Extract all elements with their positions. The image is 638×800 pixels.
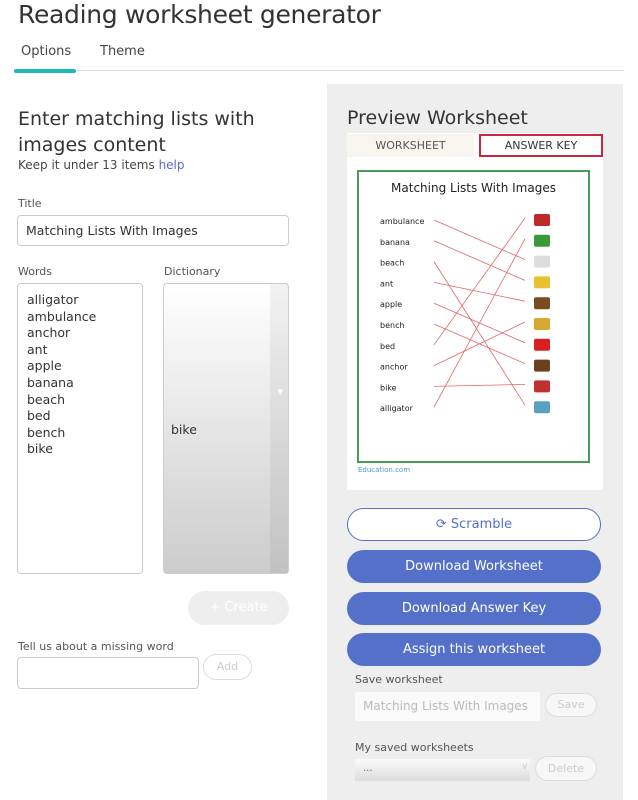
word-item: ant xyxy=(27,341,48,357)
save-button[interactable]: Save xyxy=(545,693,597,717)
word-item: bike xyxy=(27,441,53,457)
dictionary-label: Dictionary xyxy=(164,265,221,278)
worksheet-word: ambulance xyxy=(380,217,424,226)
answer-line xyxy=(433,282,526,302)
answer-line xyxy=(433,261,526,406)
answer-line xyxy=(433,321,526,366)
page-title: Reading worksheet generator xyxy=(18,0,381,29)
education-logo: Education.com xyxy=(358,466,411,474)
saved-worksheets-label: My saved worksheets xyxy=(355,741,474,754)
scramble-button[interactable]: ⟳ Scramble xyxy=(347,508,601,541)
alligator-icon xyxy=(534,234,550,247)
preview-heading: Preview Worksheet xyxy=(347,107,528,129)
bed-icon xyxy=(534,214,550,226)
bike-icon xyxy=(534,380,550,393)
banana-icon xyxy=(534,276,550,289)
create-button[interactable]: + Create xyxy=(188,591,289,625)
hint: Keep it under 13 items xyxy=(18,158,155,172)
word-item: beach xyxy=(27,391,66,407)
worksheet-word: banana xyxy=(380,238,410,247)
words-label: Words xyxy=(18,265,53,278)
anchor-icon xyxy=(534,318,550,330)
bench-icon xyxy=(534,359,550,372)
add-button[interactable]: Add xyxy=(203,654,252,680)
worksheet-word: bike xyxy=(380,383,397,392)
answer-line xyxy=(433,217,526,346)
scramble-label: Scramble xyxy=(450,517,513,532)
dictionary-select[interactable]: ▼ bike xyxy=(163,283,289,574)
answer-line xyxy=(433,240,526,281)
saved-worksheets-select[interactable]: ... ∨ xyxy=(355,759,530,781)
tab-divider xyxy=(14,70,624,71)
words-textarea[interactable]: alligator ambulance anchor ant apple banana be… xyxy=(17,283,143,574)
download-answer-key-button[interactable]: Download Answer Key xyxy=(347,592,601,625)
beach-icon xyxy=(534,401,550,414)
saved-value: ... xyxy=(363,763,373,774)
dropdown-arrow-icon: ▼ xyxy=(277,388,283,396)
title-input[interactable]: Matching Lists With Images xyxy=(17,215,289,246)
word-item: anchor xyxy=(27,325,71,341)
assign-worksheet-button[interactable]: Assign this worksheet xyxy=(347,633,601,666)
save-name-input[interactable]: Matching Lists With Images xyxy=(355,692,540,721)
title-label: Title xyxy=(18,197,42,210)
save-worksheet-label: Save worksheet xyxy=(355,673,443,686)
delete-button[interactable]: Delete xyxy=(535,756,597,781)
answer-line xyxy=(433,238,526,408)
word-item: apple xyxy=(27,358,62,374)
tab-theme[interactable]: Theme xyxy=(100,44,145,59)
refresh-icon: ⟳ xyxy=(435,517,447,532)
missing-word-label: Tell us about a missing word xyxy=(18,640,174,653)
worksheet-word: apple xyxy=(380,300,402,309)
ant-icon xyxy=(534,297,550,310)
ambulance-icon xyxy=(534,255,550,268)
dictionary-scrollbar[interactable] xyxy=(270,284,288,573)
matching-lines: ambulance banana beach ant apple bench bed anch… xyxy=(380,214,550,414)
word-item: ambulance xyxy=(27,308,97,324)
hint-text: Keep it under 13 items help xyxy=(18,158,185,172)
answer-line xyxy=(433,384,526,387)
worksheet-word: anchor xyxy=(380,363,408,372)
worksheet-word: ant xyxy=(380,279,393,288)
apple-icon xyxy=(534,338,550,351)
worksheet-word: alligator xyxy=(380,404,414,413)
tab-options[interactable]: Options xyxy=(21,44,71,59)
help-link[interactable]: help xyxy=(159,158,185,172)
chevron-down-icon: ∨ xyxy=(521,762,528,772)
word-item: bed xyxy=(27,408,51,424)
download-worksheet-button[interactable]: Download Worksheet xyxy=(347,550,601,583)
word-item: banana xyxy=(27,374,74,390)
active-tab-indicator xyxy=(14,69,76,73)
worksheet-word: beach xyxy=(380,259,404,268)
word-item: alligator xyxy=(27,292,79,307)
answer-line xyxy=(433,219,526,260)
word-item: bench xyxy=(27,424,66,440)
dictionary-value: bike xyxy=(171,422,197,437)
worksheet-word: bench xyxy=(380,321,405,330)
section-heading: Enter matching lists with images content xyxy=(18,108,255,156)
missing-word-input[interactable] xyxy=(17,657,199,689)
worksheet-word: bed xyxy=(380,342,395,351)
